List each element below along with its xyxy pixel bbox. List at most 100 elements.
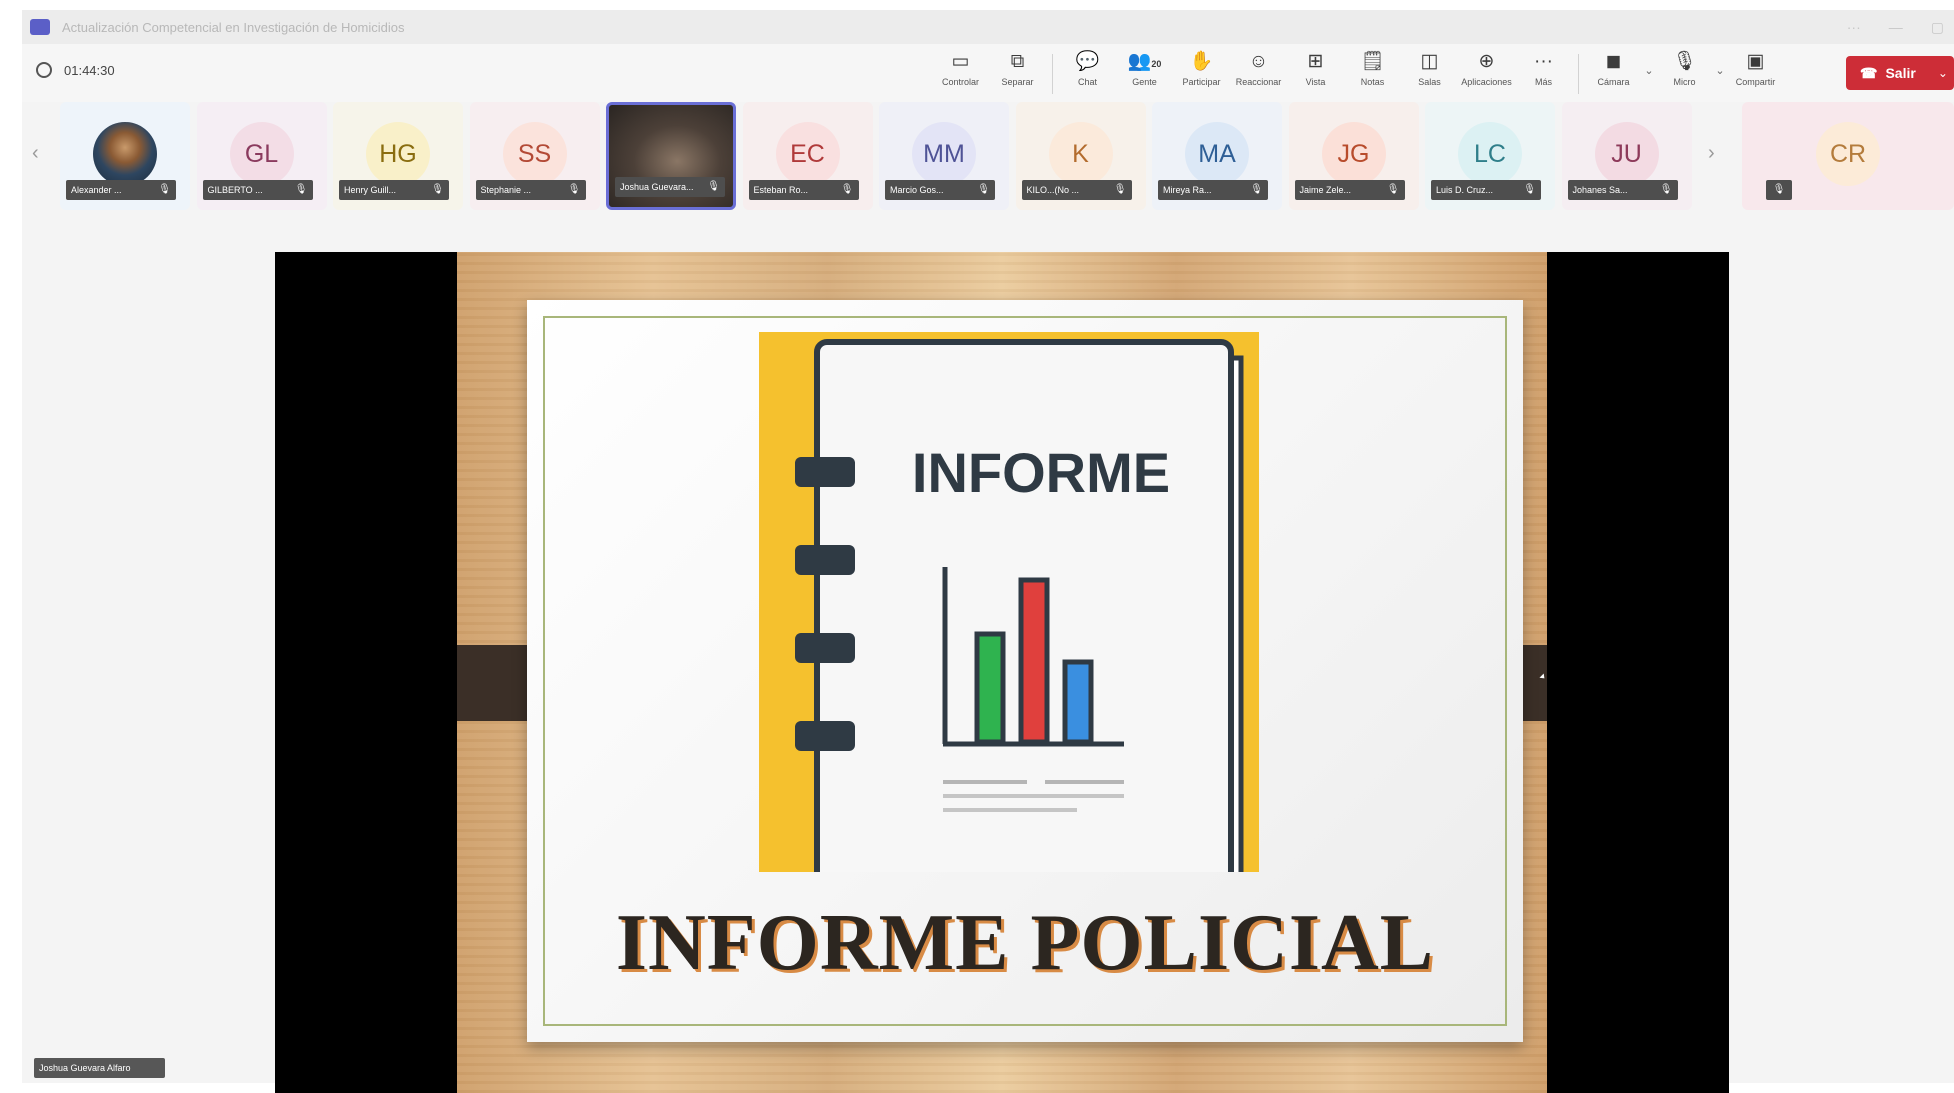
mic-muted-icon: 🎙 [1250, 184, 1263, 195]
meeting-timer: 01:44:30 [36, 62, 115, 78]
ring-1 [795, 457, 855, 487]
view-button[interactable]: ⊞ Vista [1287, 50, 1344, 98]
participant-strip: ‹ Alexander ... 🎙 GL GILBERTO ... 🎙 HG Henry G… [22, 102, 1954, 212]
leave-button[interactable]: ☎ Salir ⌄ [1846, 56, 1954, 90]
participant-name-text: Alexander ... [71, 185, 122, 195]
apps-icon: ⊕ [1478, 51, 1495, 72]
notes-label: Notas [1360, 77, 1385, 87]
participant-tile[interactable]: GL GILBERTO ... 🎙 [196, 102, 327, 210]
mic-off-icon: 🎙 [1672, 51, 1697, 72]
mic-muted-icon: 🎙 [1386, 184, 1400, 195]
bar-blue [1062, 659, 1094, 745]
leave-options-chevron-icon[interactable]: ⌄ [1938, 66, 1948, 80]
participant-name-text: GILBERTO ... [207, 185, 263, 195]
chat-button[interactable]: 💬 Chat [1059, 50, 1116, 98]
avatar: EC [775, 122, 840, 186]
participant-tile[interactable]: JU Johanes Sa... 🎙 [1561, 102, 1692, 210]
phone-icon: ☎ [1860, 64, 1878, 81]
next-participants-icon[interactable]: › [1708, 142, 1715, 165]
screenshot-frame: Actualización Competencial en Investigac… [0, 0, 1954, 1093]
mic-muted-icon: 🎙 [158, 184, 171, 195]
people-label: Gente [1132, 77, 1157, 87]
camera-button[interactable]: ◼ Cámara [1585, 50, 1642, 98]
people-glyph: 👥 [1127, 51, 1152, 72]
avatar: LC [1458, 122, 1522, 186]
camera-options-chevron-icon[interactable]: ⌄ [1642, 64, 1656, 77]
mic-options-chevron-icon[interactable]: ⌄ [1713, 64, 1727, 77]
participant-name: Johanes Sa... 🎙 [1567, 180, 1678, 200]
mic-muted-icon: 🎙 [567, 184, 581, 195]
share-label: Compartir [1735, 77, 1776, 87]
raise-hand-button[interactable]: ✋ Participar [1173, 50, 1230, 98]
raise-hand-icon: ✋ [1189, 51, 1214, 72]
teams-meeting-window: Actualización Competencial en Investigac… [22, 10, 1954, 1093]
rooms-icon: ◫ [1420, 51, 1439, 72]
participant-tile[interactable]: SS Stephanie ... 🎙 [469, 102, 600, 210]
mic-button[interactable]: 🎙 Micro [1656, 50, 1713, 98]
participant-tile[interactable]: MM Marcio Gos... 🎙 [879, 102, 1009, 210]
chat-label: Chat [1077, 77, 1097, 87]
participant-tile-cr[interactable]: CR 🎙 [1742, 102, 1954, 210]
raise-hand-label: Participar [1182, 77, 1221, 87]
bar-red [1018, 577, 1050, 745]
avatar: MA [1185, 122, 1249, 186]
participant-name-text: Marcio Gos... [890, 185, 944, 195]
participant-tile[interactable]: LC Luis D. Cruz... 🎙 [1425, 102, 1555, 210]
report-notebook-illustration: INFORME [759, 332, 1259, 872]
window-title: Actualización Competencial en Investigac… [62, 19, 405, 35]
participant-tile[interactable]: Alexander ... 🎙 [60, 102, 190, 210]
mic-muted-icon: 🎙 [1523, 184, 1536, 195]
meeting-toolbar: 01:44:30 ▭ Controlar ⧉ Separar 💬 Chat 👥20 Ge… [22, 44, 1954, 102]
minimize-icon[interactable]: — [1889, 19, 1903, 35]
participant-name-text: Henry Guill... [344, 185, 397, 195]
participant-tile[interactable]: EC Esteban Ro... 🎙 [742, 102, 873, 210]
shared-screen: INFORME INFORME POLICIAL [275, 252, 1729, 1093]
notes-icon: 🗒 [1360, 51, 1385, 72]
avatar-photo [93, 122, 157, 186]
apps-label: Aplicaciones [1461, 77, 1512, 87]
participant-name-text: Luis D. Cruz... [1436, 185, 1494, 195]
people-button[interactable]: 👥20 Gente [1116, 50, 1173, 98]
participant-tile[interactable]: MA Mireya Ra... 🎙 [1152, 102, 1282, 210]
avatar: K [1048, 122, 1113, 186]
control-label: Controlar [941, 77, 979, 87]
mic-muted-icon: 🎙 [1113, 184, 1127, 195]
view-icon: ⊞ [1307, 51, 1324, 72]
more-icon: ··· [1534, 51, 1553, 72]
share-button[interactable]: ▣ Compartir [1727, 50, 1784, 98]
shield-icon [36, 62, 52, 78]
slide-paper: INFORME INFORME POLICIAL [527, 300, 1523, 1042]
more-options-icon[interactable]: ··· [1847, 19, 1861, 35]
more-button[interactable]: ··· Más [1515, 50, 1572, 98]
participant-name: Marcio Gos... 🎙 [885, 180, 995, 200]
participant-tile[interactable]: HG Henry Guill... 🎙 [333, 102, 463, 210]
apps-button[interactable]: ⊕ Aplicaciones [1458, 50, 1515, 98]
react-button[interactable]: ☺ Reaccionar [1230, 50, 1287, 98]
detach-button[interactable]: ⧉ Separar [989, 50, 1046, 98]
participant-name-text: Stephanie ... [480, 185, 532, 195]
participant-tile[interactable]: Joshua Guevara... 🎙 [606, 102, 736, 210]
bar-green [974, 631, 1006, 745]
participant-tile[interactable]: K KILO...(No ... 🎙 [1015, 102, 1146, 210]
camera-label: Cámara [1597, 77, 1630, 87]
more-label: Más [1534, 77, 1552, 87]
participant-name-text: Joshua Guevara... [620, 182, 694, 192]
leave-label: Salir [1885, 65, 1916, 81]
notes-button[interactable]: 🗒 Notas [1344, 50, 1401, 98]
toolbar-divider [1578, 54, 1579, 94]
self-name-label: Joshua Guevara Alfaro [34, 1058, 165, 1078]
people-icon: 👥20 [1128, 50, 1162, 74]
people-count: 20 [1151, 59, 1162, 69]
participant-name: Henry Guill... 🎙 [339, 180, 449, 200]
control-button[interactable]: ▭ Controlar [932, 50, 989, 98]
rooms-button[interactable]: ◫ Salas [1401, 50, 1458, 98]
participant-tile[interactable]: JG Jaime Zele... 🎙 [1288, 102, 1419, 210]
maximize-icon[interactable]: ▢ [1931, 19, 1944, 36]
prev-participants-icon[interactable]: ‹ [32, 142, 39, 165]
mic-muted-icon: 🎙 [1659, 184, 1673, 195]
camera-off-icon: ◼ [1605, 51, 1622, 72]
notebook-title: INFORME [912, 441, 1170, 504]
mic-muted-icon: 🎙 [707, 181, 720, 192]
avatar: HG [366, 122, 430, 186]
teams-logo-icon [30, 19, 50, 35]
